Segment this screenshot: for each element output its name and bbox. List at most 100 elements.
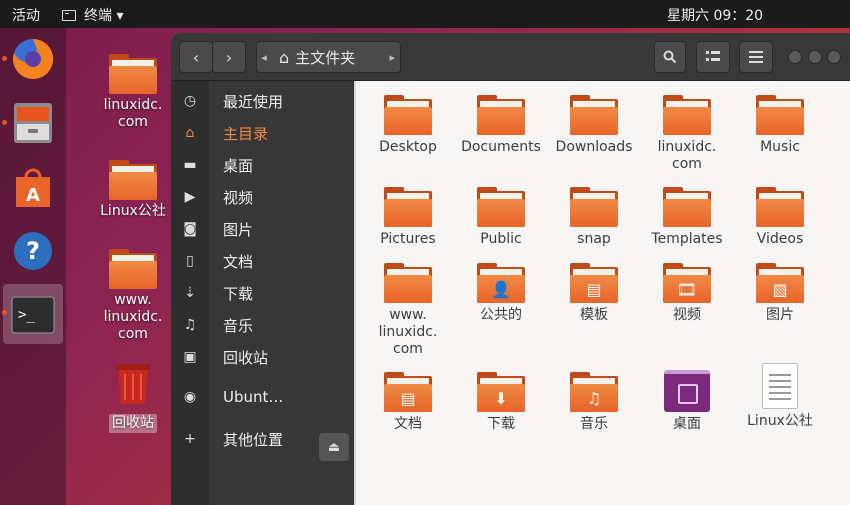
folder-icon — [109, 158, 157, 200]
folder-icon — [570, 185, 618, 227]
folder-icon: ▤ — [570, 261, 618, 303]
close-button[interactable] — [827, 50, 841, 64]
file-item-linux-gongshe[interactable]: Linux公社 — [736, 363, 824, 430]
file-item-templates-cn[interactable]: ▤ 模板 — [550, 261, 638, 324]
path-bar[interactable]: ◂ ⌂ 主文件夹 ▸ — [256, 41, 401, 73]
download-icon: ⇣ — [184, 285, 196, 301]
music-icon: ♫ — [183, 317, 197, 333]
desktop-icon-label: linuxidc. com — [103, 97, 163, 130]
file-item-www-linuxidc[interactable]: www. linuxidc. com — [364, 261, 452, 358]
menu-button[interactable] — [739, 41, 773, 73]
file-item-downloads-cn[interactable]: ⬇ 下载 — [457, 370, 545, 433]
folder-icon: 👤 — [477, 261, 525, 303]
file-item-public[interactable]: Public — [457, 185, 545, 248]
sidebar-item-pictures[interactable]: ◙ 图片 — [171, 213, 354, 245]
search-button[interactable] — [654, 41, 686, 73]
file-item-documents-cn[interactable]: ▤ 文档 — [364, 370, 452, 433]
folder-icon: ▬ — [183, 157, 197, 173]
desktop-icon-trash[interactable]: 回收站 — [93, 362, 173, 433]
disc-icon: ◉ — [183, 389, 197, 405]
minimize-button[interactable] — [788, 50, 802, 64]
back-button[interactable]: ‹ — [179, 41, 213, 73]
file-item-pictures[interactable]: Pictures — [364, 185, 452, 248]
file-label: Music — [760, 139, 800, 155]
folder-icon — [477, 185, 525, 227]
file-label: Public — [480, 231, 522, 247]
files-icon[interactable] — [8, 98, 58, 148]
file-item-music-cn[interactable]: ♫ 音乐 — [550, 370, 638, 433]
sidebar-item-label: 其他位置 — [223, 430, 284, 449]
folder-icon: ▤ — [384, 370, 432, 412]
folder-icon — [663, 93, 711, 135]
header-bar: ‹ › ◂ ⌂ 主文件夹 ▸ — [171, 33, 850, 81]
file-item-videos-cn[interactable]: 🎞 视频 — [643, 261, 731, 324]
file-item-music[interactable]: Music — [736, 93, 824, 156]
sidebar-item-label: 图片 — [223, 220, 254, 239]
file-item-desktop-cn[interactable]: 桌面 — [643, 370, 731, 433]
film-icon: 🎞 — [676, 279, 698, 299]
folder-icon — [384, 261, 432, 303]
desktop-icon-linux-gongshe[interactable]: Linux公社 — [93, 158, 173, 220]
sidebar-item-home[interactable]: ⌂ 主目录 — [171, 117, 354, 149]
file-grid: Desktop Documents Downloads linuxidc. co… — [354, 81, 850, 505]
chevron-left-icon: ‹ — [192, 47, 200, 67]
sidebar-item-label: 文档 — [223, 252, 254, 271]
hamburger-icon — [749, 51, 763, 63]
sidebar-item-videos[interactable]: ▶ 视频 — [171, 181, 354, 213]
trash-icon — [116, 364, 150, 404]
home-icon: ⌂ — [185, 125, 195, 141]
terminal-icon[interactable]: >_ — [8, 290, 58, 340]
desktop-icon-linuxidc[interactable]: linuxidc. com — [93, 52, 173, 131]
forward-button[interactable]: › — [212, 41, 246, 73]
file-item-documents[interactable]: Documents — [457, 93, 545, 156]
folder-icon — [384, 93, 432, 135]
sidebar-item-other-locations[interactable]: + 其他位置 — [171, 423, 354, 455]
sidebar-item-label: 音乐 — [223, 316, 254, 335]
camera-icon: ◙ — [183, 221, 197, 237]
file-item-downloads[interactable]: Downloads — [550, 93, 638, 156]
file-label: Templates — [651, 231, 723, 247]
activities-button[interactable]: 活动 — [12, 5, 40, 25]
sidebar-item-label: 主目录 — [223, 124, 269, 143]
sidebar-item-documents[interactable]: ▯ 文档 — [171, 245, 354, 277]
file-label: Pictures — [380, 231, 436, 247]
path-current[interactable]: 主文件夹 — [295, 47, 355, 68]
list-view-icon — [706, 51, 720, 61]
firefox-icon[interactable] — [8, 34, 58, 84]
file-label: 文档 — [394, 416, 422, 432]
sidebar-item-desktop[interactable]: ▬ 桌面 — [171, 149, 354, 181]
file-item-videos[interactable]: Videos — [736, 185, 824, 248]
file-label: Videos — [756, 231, 804, 247]
file-label: snap — [577, 231, 611, 247]
clock[interactable]: 星期六 09：20 — [667, 5, 763, 25]
file-item-snap[interactable]: snap — [550, 185, 638, 248]
desktop-icon-label: 回收站 — [109, 414, 157, 433]
image-icon: ▧ — [772, 279, 788, 299]
sidebar-item-trash[interactable]: ▣ 回收站 — [171, 341, 354, 373]
file-label: 音乐 — [580, 416, 608, 432]
file-item-public-cn[interactable]: 👤 公共的 — [457, 261, 545, 324]
svg-text:?: ? — [26, 237, 40, 265]
file-label: Documents — [461, 139, 541, 155]
file-label: www. linuxidc. com — [378, 307, 438, 357]
file-item-linuxidc[interactable]: linuxidc. com — [643, 93, 731, 173]
sidebar-item-recent[interactable]: ◷ 最近使用 — [171, 85, 354, 117]
desktop-icon-www-linuxidc[interactable]: www. linuxidc. com — [93, 247, 173, 343]
maximize-button[interactable] — [808, 50, 822, 64]
file-item-templates[interactable]: Templates — [643, 185, 731, 248]
folder-icon — [477, 93, 525, 135]
top-panel: 活动 终端 ▾ 星期六 09：20 — [0, 0, 850, 28]
text-file-icon — [762, 363, 798, 409]
help-icon[interactable]: ? — [8, 226, 58, 276]
file-item-desktop[interactable]: Desktop — [364, 93, 452, 156]
view-toggle-button[interactable] — [696, 41, 730, 73]
sidebar-item-ubuntu-disc[interactable]: ◉ Ubunt… — [171, 381, 354, 413]
app-menu[interactable]: 终端 ▾ — [62, 5, 123, 25]
software-center-icon[interactable]: A — [8, 162, 58, 212]
sidebar-item-label: 桌面 — [223, 156, 254, 175]
sidebar-item-downloads[interactable]: ⇣ 下载 — [171, 277, 354, 309]
path-left-arrow-icon: ◂ — [261, 50, 267, 64]
app-menu-label: 终端 ▾ — [84, 8, 124, 24]
sidebar-item-music[interactable]: ♫ 音乐 — [171, 309, 354, 341]
file-item-pictures-cn[interactable]: ▧ 图片 — [736, 261, 824, 324]
